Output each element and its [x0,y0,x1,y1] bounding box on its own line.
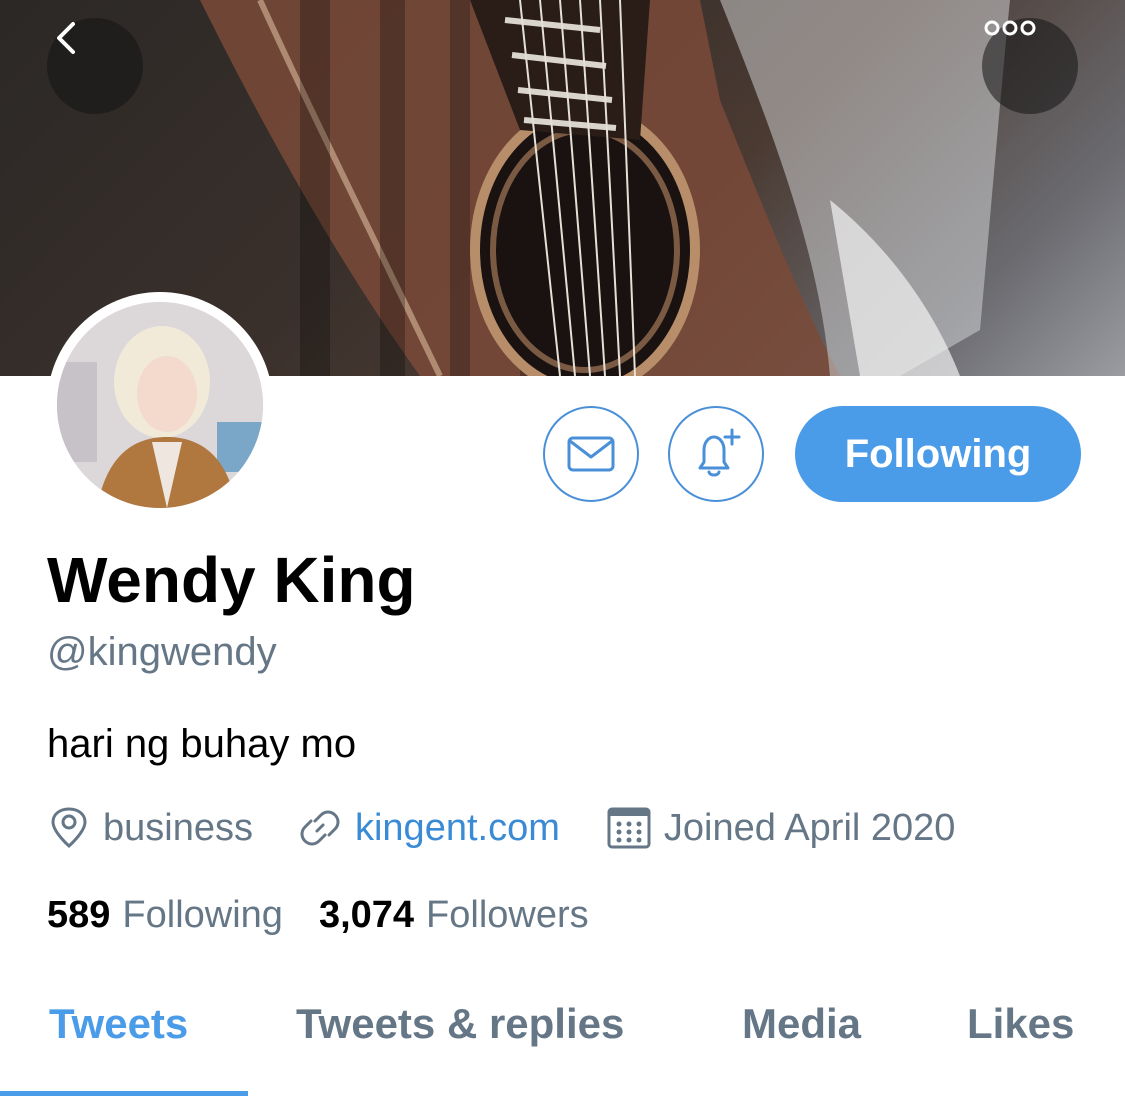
profile-handle: @kingwendy [47,630,277,674]
following-button[interactable]: Following [795,406,1081,502]
more-options-button[interactable] [982,18,1078,114]
followers-stat-label: Followers [426,893,589,936]
joined-label: Joined April 2020 [663,806,956,849]
location-label: business [103,806,253,849]
profile-tabs: Tweets Tweets & replies Media Likes [0,990,1125,1096]
message-button[interactable] [543,406,639,502]
followers-stat[interactable]: 3,074 Followers [319,894,589,937]
profile-bio: hari ng buhay mo [47,722,357,766]
bell-plus-icon [698,428,741,477]
back-button[interactable] [47,18,143,114]
active-tab-indicator [0,1091,248,1096]
more-horizontal-icon [984,20,1036,36]
notifications-button[interactable] [668,406,764,502]
tab-tweets[interactable]: Tweets [49,1000,188,1048]
joined-item: Joined April 2020 [606,805,956,851]
link-icon [300,810,340,846]
tab-media[interactable]: Media [742,1000,861,1048]
profile-name: Wendy King [47,544,416,616]
profile-meta: business kingent.com Joined April 2020 [47,800,955,856]
chevron-left-icon [57,22,75,54]
profile-stats: 589 Following 3,074 Followers [47,890,589,940]
profile-avatar[interactable] [47,292,273,518]
calendar-icon [607,807,651,849]
following-stat-label: Following [122,893,283,936]
location-item: business [47,806,253,850]
website-link[interactable]: kingent.com [355,807,560,850]
following-stat[interactable]: 589 Following [47,894,283,937]
website-item[interactable]: kingent.com [297,805,560,851]
tab-tweets-and-replies[interactable]: Tweets & replies [296,1000,624,1048]
followers-count: 3,074 [318,893,415,936]
following-count: 589 [47,893,111,936]
envelope-icon [567,436,615,472]
avatar-photo [57,302,263,508]
location-pin-icon [51,807,87,848]
tab-likes[interactable]: Likes [967,1000,1074,1048]
